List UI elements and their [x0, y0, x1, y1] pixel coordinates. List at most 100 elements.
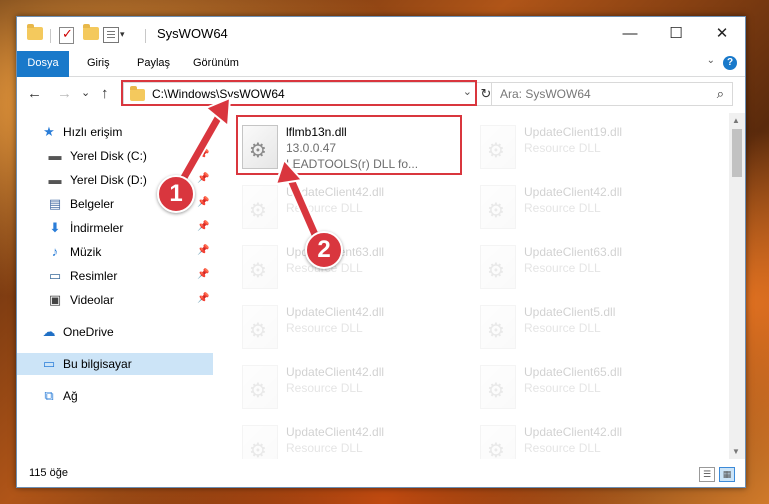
- sidebar-item-label: Hızlı erişim: [63, 125, 123, 139]
- network-icon: ⧉: [44, 388, 54, 403]
- separator: [50, 29, 51, 43]
- sidebar-item-onedrive[interactable]: ☁ OneDrive: [17, 321, 213, 343]
- pin-icon[interactable]: 📌: [197, 245, 209, 256]
- sidebar-item-network[interactable]: ⧉ Ağ: [17, 385, 213, 407]
- dll-file-icon: [242, 305, 278, 349]
- recent-locations-button[interactable]: ⌄: [81, 86, 90, 99]
- file-item[interactable]: UpdateClient42.dll Resource DLL: [238, 419, 463, 459]
- explorer-window: ▾ SysWOW64 — ☐ ✕ Dosya Giriş Paylaş Görü…: [16, 16, 746, 488]
- pin-icon[interactable]: 📌: [197, 173, 209, 184]
- videos-icon: ▣: [48, 292, 62, 307]
- search-box[interactable]: Ara: SysWOW64 ⌕: [491, 82, 733, 106]
- up-button[interactable]: ↑: [101, 85, 109, 102]
- file-item[interactable]: UpdateClient5.dll Resource DLL: [476, 299, 701, 357]
- file-item[interactable]: UpdateClient63.dll Resource DLL: [476, 239, 701, 297]
- file-item[interactable]: UpdateClient42.dll Resource DLL: [238, 299, 463, 357]
- dll-file-icon: [480, 125, 516, 169]
- back-button[interactable]: ←: [27, 85, 42, 102]
- search-icon: ⌕: [716, 86, 724, 101]
- file-type: Resource DLL: [286, 381, 363, 395]
- dll-file-icon: [242, 425, 278, 459]
- sidebar-item-disk-c[interactable]: ▬ Yerel Disk (C:) 📌: [17, 145, 213, 167]
- tab-share[interactable]: Paylaş: [137, 51, 170, 76]
- vertical-scrollbar[interactable]: ▲ ▼: [729, 113, 745, 459]
- pin-icon[interactable]: 📌: [197, 221, 209, 232]
- properties-check-icon[interactable]: [59, 26, 74, 44]
- file-item[interactable]: UpdateClient19.dll Resource DLL: [476, 119, 701, 177]
- file-name: UpdateClient42.dll: [524, 185, 623, 199]
- file-name: UpdateClient42.dll: [286, 425, 385, 439]
- file-name: UpdateClient42.dll: [286, 305, 385, 319]
- dll-file-icon: [242, 185, 278, 229]
- cloud-icon: ☁: [42, 324, 56, 339]
- file-item[interactable]: UpdateClient63.dll Resource DLL: [238, 239, 463, 297]
- minimize-button[interactable]: —: [607, 17, 653, 51]
- tiles-view-icon[interactable]: ▦: [719, 467, 735, 482]
- file-name: UpdateClient42.dll: [524, 425, 623, 439]
- sidebar-item-label: Resimler: [70, 269, 118, 283]
- forward-button[interactable]: →: [57, 85, 72, 102]
- dll-file-icon: [480, 365, 516, 409]
- file-type: Resource DLL: [524, 261, 601, 275]
- scrollbar-thumb[interactable]: [732, 129, 742, 177]
- sidebar-item-videos[interactable]: ▣ Videolar 📌: [17, 289, 213, 311]
- scroll-up-icon[interactable]: ▲: [732, 116, 740, 125]
- file-item[interactable]: UpdateClient42.dll Resource DLL: [238, 179, 463, 237]
- folder-icon: [27, 24, 43, 43]
- dll-file-icon: [242, 365, 278, 409]
- sidebar-item-label: OneDrive: [63, 325, 114, 339]
- download-icon: ⬇: [49, 220, 61, 235]
- file-name: UpdateClient19.dll: [524, 125, 623, 139]
- close-button[interactable]: ✕: [699, 17, 745, 51]
- file-item[interactable]: UpdateClient42.dll Resource DLL: [238, 359, 463, 417]
- file-item[interactable]: UpdateClient42.dll Resource DLL: [476, 419, 701, 459]
- file-name: UpdateClient65.dll: [524, 365, 623, 379]
- step-2-badge: 2: [305, 231, 343, 269]
- drive-icon: ▬: [48, 148, 62, 163]
- file-name: UpdateClient5.dll: [524, 305, 616, 319]
- sidebar-item-this-pc[interactable]: ▭ Bu bilgisayar: [17, 353, 213, 375]
- quick-access-properties-icon[interactable]: [103, 27, 119, 43]
- sidebar-item-label: İndirmeler: [70, 221, 124, 235]
- tab-home[interactable]: Giriş: [87, 51, 110, 76]
- sidebar-item-label: Yerel Disk (C:): [70, 149, 147, 163]
- new-folder-icon[interactable]: [83, 24, 99, 43]
- search-input[interactable]: Ara: SysWOW64: [500, 87, 591, 101]
- pin-icon[interactable]: 📌: [197, 197, 209, 208]
- file-name: UpdateClient42.dll: [286, 185, 385, 199]
- file-item[interactable]: UpdateClient65.dll Resource DLL: [476, 359, 701, 417]
- file-name: UpdateClient63.dll: [524, 245, 623, 259]
- file-list: lflmb13n.dll 13.0.0.47 LEADTOOLS(r) DLL …: [214, 113, 729, 459]
- ribbon-expand-icon[interactable]: ⌄: [707, 55, 715, 66]
- file-type: Resource DLL: [524, 201, 601, 215]
- item-count: 115 öğe: [29, 467, 68, 479]
- file-type: Resource DLL: [286, 441, 363, 455]
- star-icon: ★: [43, 124, 55, 139]
- navigation-pane: ★ Hızlı erişim ▬ Yerel Disk (C:) 📌 ▬ Yer…: [17, 113, 213, 459]
- details-view-icon[interactable]: ☰: [699, 467, 715, 482]
- navigation-bar: ← → ⌄ ↑ C:\Windows\SysWOW64 ⌄ ↻ Ara: Sys…: [17, 77, 745, 111]
- computer-icon: ▭: [42, 356, 56, 371]
- pin-icon[interactable]: 📌: [197, 269, 209, 280]
- file-item[interactable]: UpdateClient42.dll Resource DLL: [476, 179, 701, 237]
- sidebar-item-pictures[interactable]: ▭ Resimler 📌: [17, 265, 213, 287]
- file-type: Resource DLL: [524, 141, 601, 155]
- sidebar-item-label: Yerel Disk (D:): [70, 173, 147, 187]
- tab-view[interactable]: Görünüm: [193, 51, 239, 76]
- help-icon[interactable]: ?: [723, 56, 737, 70]
- status-bar: 115 öğe ☰ ▦: [17, 461, 745, 487]
- scroll-down-icon[interactable]: ▼: [732, 447, 740, 456]
- pictures-icon: ▭: [48, 268, 62, 283]
- file-type: Resource DLL: [286, 321, 363, 335]
- dll-file-icon: [480, 305, 516, 349]
- pin-icon[interactable]: 📌: [197, 293, 209, 304]
- maximize-button[interactable]: ☐: [653, 17, 699, 51]
- pin-icon[interactable]: 📌: [197, 149, 209, 160]
- file-type: Resource DLL: [524, 441, 601, 455]
- file-type: Resource DLL: [286, 201, 363, 215]
- quick-access-dropdown-icon[interactable]: ▾: [120, 29, 125, 45]
- file-name: UpdateClient42.dll: [286, 365, 385, 379]
- sidebar-item-music[interactable]: ♪ Müzik 📌: [17, 241, 213, 263]
- sidebar-item-downloads[interactable]: ⬇ İndirmeler 📌: [17, 217, 213, 239]
- sidebar-item-quick-access[interactable]: ★ Hızlı erişim: [17, 121, 213, 143]
